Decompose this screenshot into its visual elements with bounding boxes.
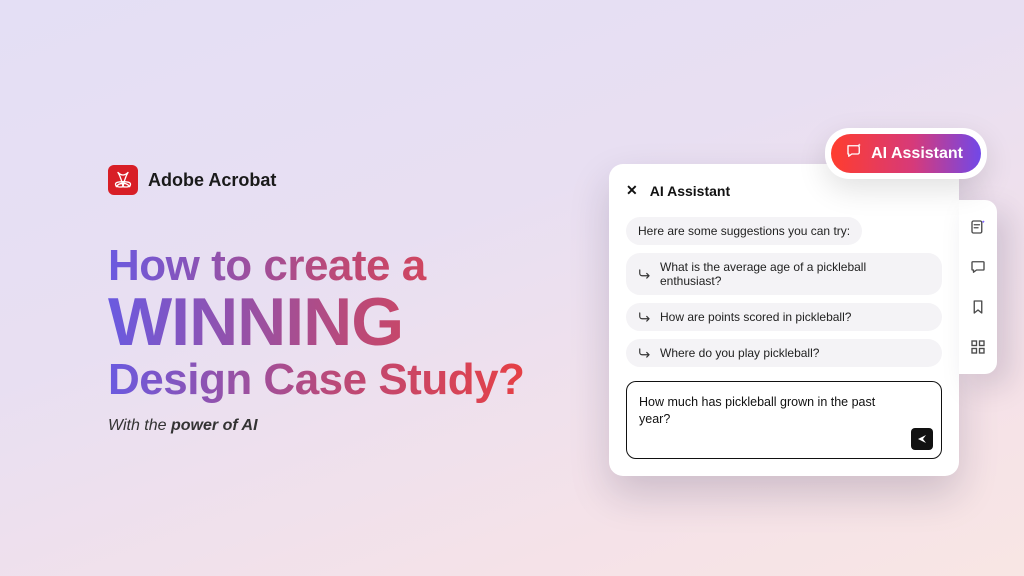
close-icon[interactable]: ✕ bbox=[626, 182, 638, 199]
prompt-input[interactable]: How much has pickleball grown in the pas… bbox=[626, 381, 942, 459]
send-button[interactable] bbox=[911, 428, 933, 450]
reply-arrow-icon bbox=[638, 347, 652, 359]
suggestion-item[interactable]: How are points scored in pickleball? bbox=[626, 303, 942, 331]
brand: Adobe Acrobat bbox=[108, 165, 548, 195]
assistant-title: AI Assistant bbox=[650, 183, 730, 199]
reply-arrow-icon bbox=[638, 268, 652, 280]
prompt-text: How much has pickleball grown in the pas… bbox=[639, 395, 875, 426]
side-toolbar bbox=[959, 200, 997, 374]
suggestion-item[interactable]: Where do you play pickleball? bbox=[626, 339, 942, 367]
headline-line-3: Design Case Study? bbox=[108, 357, 548, 403]
suggestion-list: What is the average age of a pickleball … bbox=[626, 253, 942, 367]
subtitle: With the power of AI bbox=[108, 417, 548, 435]
suggestion-item[interactable]: What is the average age of a pickleball … bbox=[626, 253, 942, 295]
brand-name: Adobe Acrobat bbox=[148, 170, 276, 191]
suggestion-text: How are points scored in pickleball? bbox=[660, 310, 851, 324]
headline-line-1: How to create a bbox=[108, 243, 548, 289]
assistant-header: ✕ AI Assistant bbox=[626, 182, 942, 199]
suggestion-text: Where do you play pickleball? bbox=[660, 346, 819, 360]
note-sparkle-icon[interactable] bbox=[969, 218, 987, 236]
suggestions-intro: Here are some suggestions you can try: bbox=[626, 217, 862, 245]
acrobat-logo-icon bbox=[108, 165, 138, 195]
ai-assistant-pill[interactable]: AI Assistant bbox=[825, 128, 987, 179]
assistant-panel-group: AI Assistant ✕ AI Assistant Here are som… bbox=[609, 164, 959, 476]
assistant-card: ✕ AI Assistant Here are some suggestions… bbox=[609, 164, 959, 476]
ai-pill-label: AI Assistant bbox=[871, 145, 963, 163]
suggestions-block: Here are some suggestions you can try: W… bbox=[626, 217, 942, 367]
chat-sparkle-icon bbox=[845, 142, 863, 165]
chat-icon[interactable] bbox=[969, 258, 987, 276]
headline-block: Adobe Acrobat How to create a WINNING De… bbox=[108, 165, 548, 435]
subtitle-emphasis: power of AI bbox=[171, 417, 258, 434]
suggestion-text: What is the average age of a pickleball … bbox=[660, 260, 930, 288]
headline: How to create a WINNING Design Case Stud… bbox=[108, 243, 548, 403]
subtitle-prefix: With the bbox=[108, 417, 171, 434]
reply-arrow-icon bbox=[638, 311, 652, 323]
bookmark-icon[interactable] bbox=[969, 298, 987, 316]
grid-icon[interactable] bbox=[969, 338, 987, 356]
headline-line-2: WINNING bbox=[108, 287, 548, 358]
